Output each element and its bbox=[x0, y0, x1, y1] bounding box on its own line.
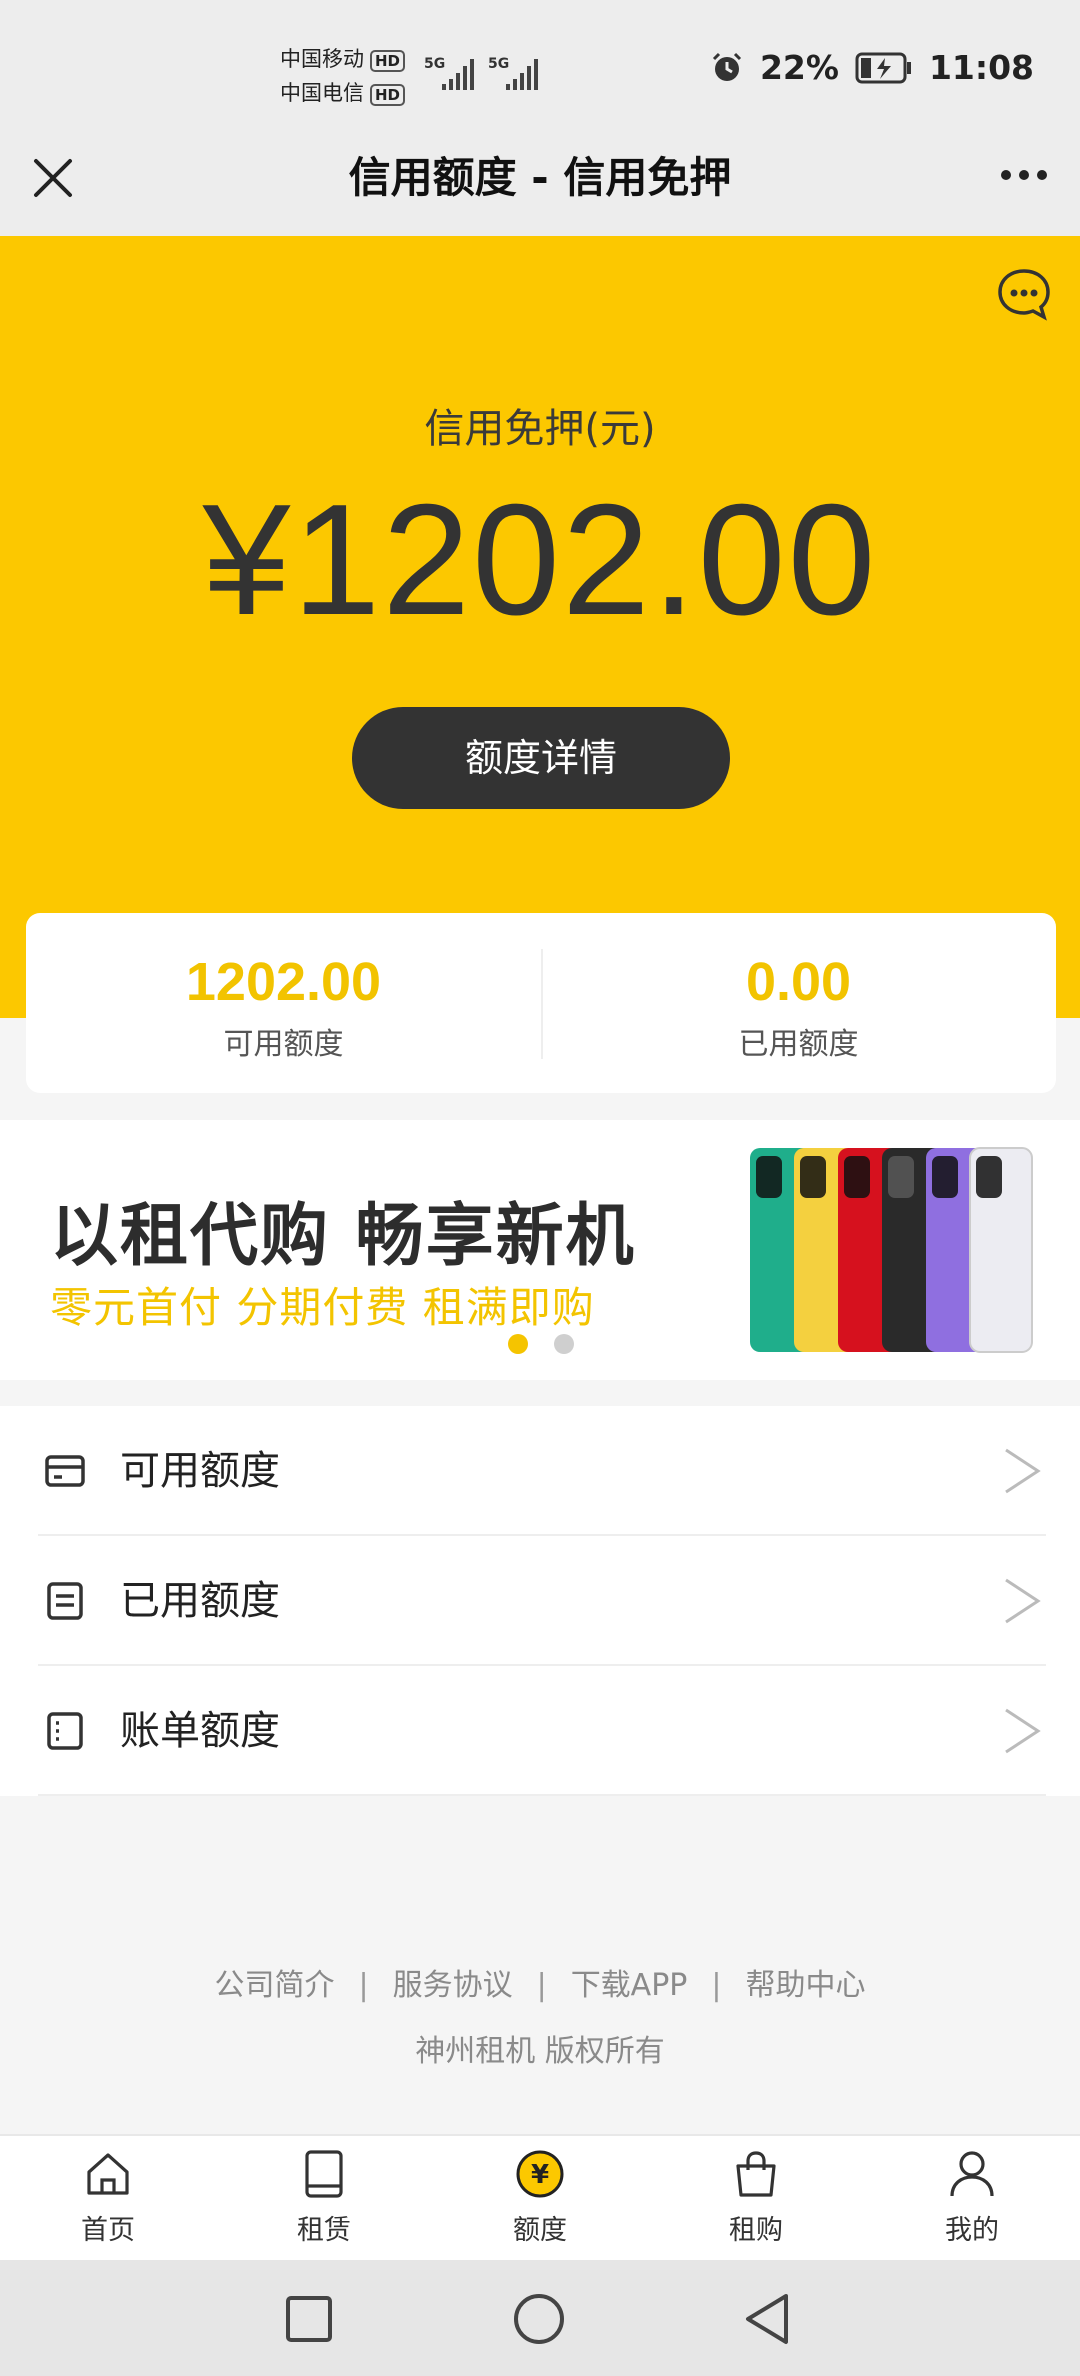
tab-buy[interactable]: 租购 bbox=[681, 2148, 831, 2247]
clock: 11:08 bbox=[928, 48, 1034, 87]
home-button-icon[interactable] bbox=[512, 2292, 566, 2346]
copyright: 神州租机 版权所有 bbox=[415, 2034, 665, 2069]
tab-credit[interactable]: ¥ 额度 bbox=[465, 2148, 615, 2247]
user-icon bbox=[950, 2151, 994, 2197]
menu-item-bill[interactable]: 账单额度 bbox=[0, 1666, 1080, 1796]
network-label: 5G bbox=[488, 56, 509, 72]
bag-icon bbox=[736, 2151, 776, 2197]
used-label: 已用额度 bbox=[738, 1027, 859, 1062]
card-icon bbox=[45, 1455, 85, 1487]
recent-apps-icon[interactable] bbox=[284, 2294, 334, 2344]
network-label: 5G bbox=[424, 56, 445, 72]
used-credit[interactable]: 0.00 已用额度 bbox=[541, 913, 1056, 1093]
footer-link-download[interactable]: 下载APP bbox=[571, 1968, 688, 2003]
battery-percent: 22% bbox=[759, 48, 839, 87]
more-icon[interactable] bbox=[998, 162, 1050, 188]
banner-subtitle: 零元首付 分期付费 租满即购 bbox=[50, 1283, 595, 1332]
banner-title: 以租代购 畅享新机 bbox=[50, 1197, 636, 1276]
battery-icon bbox=[855, 52, 911, 83]
chevron-right-icon bbox=[1005, 1448, 1041, 1494]
menu-item-used[interactable]: 已用额度 bbox=[0, 1536, 1080, 1666]
phones-image bbox=[750, 1147, 1033, 1353]
home-icon bbox=[87, 2153, 129, 2195]
credit-detail-button[interactable]: 额度详情 bbox=[352, 707, 730, 809]
tab-me[interactable]: 我的 bbox=[897, 2148, 1047, 2247]
tab-label: 租赁 bbox=[297, 2215, 351, 2246]
alarm-icon bbox=[712, 52, 742, 81]
carrier-1: 中国移动 bbox=[280, 47, 364, 71]
document-icon bbox=[47, 1582, 83, 1620]
footer-link-terms[interactable]: 服务协议 bbox=[393, 1968, 513, 2003]
available-value: 1202.00 bbox=[185, 952, 382, 1012]
carrier-2: 中国电信 bbox=[280, 81, 364, 105]
chevron-right-icon bbox=[1005, 1578, 1041, 1624]
menu-item-available[interactable]: 可用额度 bbox=[0, 1406, 1080, 1536]
tab-label: 我的 bbox=[945, 2215, 999, 2246]
carousel-dot[interactable] bbox=[554, 1334, 574, 1354]
tab-rent[interactable]: 租赁 bbox=[249, 2148, 399, 2247]
tab-label: 租购 bbox=[729, 2215, 783, 2246]
available-label: 可用额度 bbox=[223, 1027, 344, 1062]
tablet-icon bbox=[305, 2150, 343, 2198]
separator: | bbox=[358, 1968, 369, 2003]
carousel-dot-active[interactable] bbox=[508, 1334, 528, 1354]
chat-icon[interactable] bbox=[996, 266, 1052, 322]
tab-label: 额度 bbox=[513, 2215, 567, 2246]
hd-badge: HD bbox=[370, 50, 406, 72]
footer-links: 公司简介 | 服务协议 | 下载APP | 帮助中心 bbox=[0, 1960, 1080, 2004]
chevron-right-icon bbox=[1005, 1708, 1041, 1754]
page-title: 信用额度 - 信用免押 bbox=[348, 153, 732, 202]
bill-icon bbox=[47, 1712, 83, 1750]
available-credit[interactable]: 1202.00 可用额度 bbox=[26, 913, 541, 1093]
menu-item-label: 可用额度 bbox=[120, 1448, 280, 1494]
menu-item-label: 已用额度 bbox=[120, 1578, 280, 1624]
used-value: 0.00 bbox=[745, 952, 852, 1012]
back-icon[interactable] bbox=[742, 2292, 792, 2346]
footer-link-help[interactable]: 帮助中心 bbox=[746, 1968, 866, 2003]
separator: | bbox=[536, 1968, 547, 2003]
svg-text:¥: ¥ bbox=[531, 2160, 549, 2190]
tab-home[interactable]: 首页 bbox=[33, 2148, 183, 2247]
carrier-info: 中国移动 HD 中国电信 HD bbox=[280, 42, 406, 110]
separator: | bbox=[711, 1968, 722, 2003]
yen-icon: ¥ bbox=[516, 2150, 564, 2198]
menu-item-label: 账单额度 bbox=[120, 1708, 280, 1754]
credit-amount: ¥1202.00 bbox=[202, 472, 878, 648]
credit-menu: 可用额度 已用额度 账单额度 bbox=[0, 1406, 1080, 1796]
tab-label: 首页 bbox=[81, 2215, 135, 2246]
hero-label: 信用免押(元) bbox=[424, 406, 656, 452]
hd-badge: HD bbox=[370, 84, 406, 106]
signal-icon: 5G bbox=[424, 56, 474, 90]
signal-icon: 5G bbox=[488, 56, 538, 90]
status-right: 22% 11:08 bbox=[710, 48, 1034, 87]
footer-link-about[interactable]: 公司简介 bbox=[214, 1968, 334, 2003]
credit-summary-card: 1202.00 可用额度 0.00 已用额度 bbox=[26, 913, 1056, 1093]
